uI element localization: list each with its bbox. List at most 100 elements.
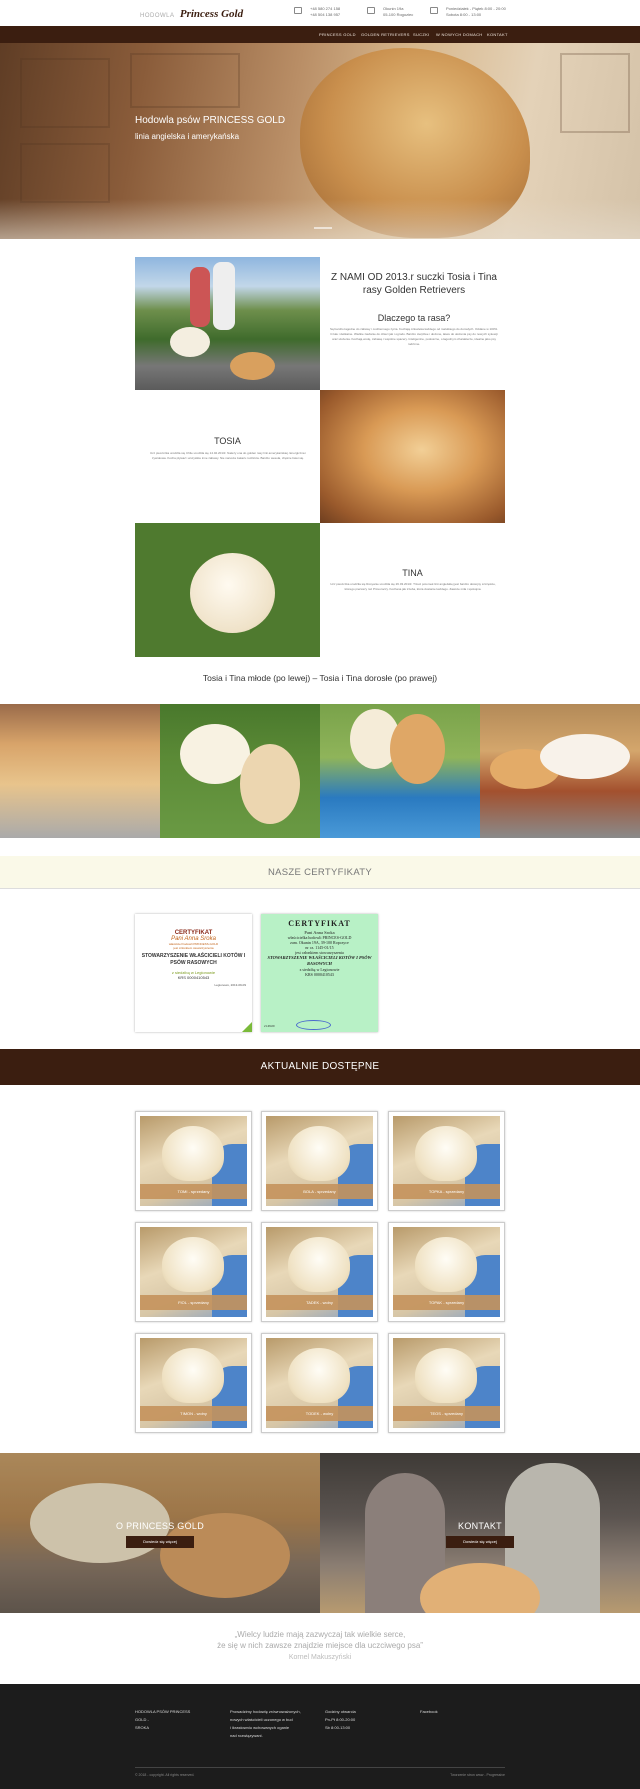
footer-copyright: © 2018 - copyright. All rights reserved. <box>135 1773 195 1777</box>
puppy-card[interactable]: TADEK - wolny <box>261 1222 378 1322</box>
hours-2: Sobota 8:00 - 13:00 <box>446 12 482 17</box>
contact-hours: Poniedziałek - Piątek 8:00 - 20:00 Sobot… <box>430 6 506 18</box>
logo[interactable]: HODOWLA Princess Gold <box>140 6 243 20</box>
logo-main: Princess Gold <box>179 8 244 20</box>
puppy-label: TEOS - sprzedany <box>393 1406 500 1421</box>
puppy-figure <box>162 1237 224 1292</box>
puppy-label: TOPAK - sprzedany <box>393 1295 500 1310</box>
puppy-label: TIMON - wolny <box>140 1406 247 1421</box>
puppy-card[interactable]: TOPAK - sprzedany <box>388 1222 505 1322</box>
puppy-figure <box>288 1237 350 1292</box>
puppy-label: TODEK - wolny <box>266 1406 373 1421</box>
certificate-1[interactable]: CERTYFIKAT Pani Anna Sroka właściciel ho… <box>135 914 252 1032</box>
footer-col3-line: Godziny otwarcia <box>325 1709 356 1714</box>
nav-kontakt[interactable]: KONTAKT <box>487 32 508 37</box>
puppy-figure <box>288 1348 350 1403</box>
phone-icon <box>294 7 302 14</box>
quote-text: „Wielcy ludzie mają zazwyczaj tak wielki… <box>0 1629 640 1651</box>
puppy-figure <box>162 1126 224 1181</box>
tina-title: TINA <box>402 568 423 578</box>
puppy-card[interactable]: TIMON - wolny <box>135 1333 252 1433</box>
puppy-card[interactable]: TEOS - sprzedany <box>388 1333 505 1433</box>
puppy-image: TOPKA - sprzedany <box>393 1116 500 1206</box>
available-title: AKTUALNIE DOSTĘPNE <box>260 1061 380 1072</box>
dog-figure <box>230 352 275 380</box>
contact-tile[interactable]: KONTAKT Dowiedz się więcej <box>320 1453 640 1613</box>
cert1-line2: jest członkiem stowarzyszenia <box>173 946 214 950</box>
tosia-title: TOSIA <box>214 436 241 446</box>
puppy-image: BOLA - sprzedany <box>266 1116 373 1206</box>
puppy-figure <box>415 1237 477 1292</box>
puppy-figure <box>180 724 250 784</box>
quote-line-1: „Wielcy ludzie mają zazwyczaj tak wielki… <box>234 1630 406 1639</box>
nav-suczki[interactable]: SUCZKI <box>413 32 429 37</box>
cert2-org: STOWARZYSZENIE WŁAŚCICIELI KOTÓW I PSÓW … <box>267 955 372 966</box>
nav-princess-gold[interactable]: PRINCESS GOLD <box>319 32 356 37</box>
puppy-card[interactable]: TODEK - wolny <box>261 1333 378 1433</box>
contact-button[interactable]: Dowiedz się więcej <box>446 1536 514 1548</box>
about-tile[interactable]: O PRINCESS GOLD Dowiedz się więcej <box>0 1453 320 1613</box>
nav-golden-retrievers[interactable]: GOLDEN RETRIEVERS <box>361 32 410 37</box>
puppy-image: TADEK - wolny <box>266 1227 373 1317</box>
cert1-krs: KRS 0000410543 <box>177 975 210 980</box>
slider-dots[interactable] <box>314 227 332 229</box>
puppy-card[interactable]: TOPKA - sprzedany <box>388 1111 505 1211</box>
footer-col2-line: nad rozwiązywani. <box>230 1733 263 1738</box>
puppy-figure <box>240 744 300 824</box>
footer-credit[interactable]: Tworzenie stron www - Progressive <box>450 1773 505 1777</box>
hero-floor <box>0 199 640 239</box>
dog-figure <box>170 327 210 357</box>
cabinet-panel <box>20 143 110 203</box>
puppy-image: TOMI - sprzedany <box>140 1116 247 1206</box>
contact-address: Okunin 19a 05-100 Rogoziec <box>367 6 413 18</box>
main-nav: PRINCESS GOLD GOLDEN RETRIEVERS SUCZKI W… <box>0 26 640 43</box>
cabinet-panel <box>130 53 240 108</box>
cert2-signature-stamp <box>296 1020 331 1030</box>
hero-title: Hodowla psów PRINCESS GOLD <box>135 115 286 126</box>
logo-small: HODOWLA <box>140 13 175 19</box>
person-figure <box>213 262 235 330</box>
contact-phone: +48 580 274 158 +48 504 138 957 <box>294 6 340 18</box>
dog-figure <box>540 734 630 779</box>
photo-caption: Tosia i Tina młode (po lewej) – Tosia i … <box>202 673 438 683</box>
puppy-figure <box>288 1126 350 1181</box>
footer-col2-line: i ikrastowniu wchowanych oganie <box>230 1725 290 1730</box>
quote-line-2: że się w nich zawsze znajdzie miejsce dl… <box>217 1641 423 1650</box>
tina-photo <box>135 523 320 657</box>
strip-photo-4 <box>480 704 640 838</box>
cert2-date: 21.09.09 <box>264 1024 275 1028</box>
footer-col-2: Prowadzimy hodowlę zrównoważonych, nowyc… <box>230 1708 320 1740</box>
cert1-org: STOWARZYSZENIE WŁAŚCICIELI KOTÓW I PSÓW … <box>141 953 246 966</box>
strip-photo-1 <box>0 704 160 838</box>
phone-2[interactable]: +48 504 138 957 <box>310 12 340 18</box>
cert1-date: Legionowo, 2013-09-09 <box>214 983 246 987</box>
puppy-figure <box>415 1126 477 1181</box>
puppy-card[interactable]: TOMI - sprzedany <box>135 1111 252 1211</box>
tile-overlay <box>0 1453 320 1613</box>
hero-subtitle: linia angielska i amerykańska <box>135 132 240 141</box>
footer-col-3: Godziny otwarcia Pn-Pt 8:00-20:00 Sb 8:0… <box>325 1708 385 1732</box>
intro-title: Z NAMI OD 2013.r suczki Tosia i Tina ras… <box>331 272 497 296</box>
certificate-2[interactable]: CERTYFIKAT Pani Anna Sroka właścicielka … <box>261 914 378 1032</box>
owners-photo <box>135 257 320 390</box>
cabinet-panel <box>560 53 630 133</box>
strip-photo-3 <box>320 704 480 838</box>
puppy-card[interactable]: BOLA - sprzedany <box>261 1111 378 1211</box>
why-title: Dlaczego ta rasa? <box>377 313 451 323</box>
top-header: HODOWLA Princess Gold +48 580 274 158 +4… <box>0 0 640 26</box>
tosia-photo <box>320 390 505 523</box>
puppy-card[interactable]: FIOL - sprzedany <box>135 1222 252 1322</box>
facebook-link[interactable]: Facebook <box>420 1708 438 1716</box>
person-figure <box>190 267 210 327</box>
certs-band: NASZE CERTYFIKATY <box>0 856 640 889</box>
about-button[interactable]: Dowiedz się więcej <box>126 1536 194 1548</box>
puppy-label: FIOL - sprzedany <box>140 1295 247 1310</box>
cert1-corner <box>242 1022 252 1032</box>
nav-w-nowych-domach[interactable]: W NOWYCH DOMACH <box>436 32 483 37</box>
about-title: O PRINCESS GOLD <box>115 1521 205 1531</box>
certs-title: NASZE CERTYFIKATY <box>268 867 372 878</box>
puppy-image: TODEK - wolny <box>266 1338 373 1428</box>
puppy-label: TOMI - sprzedany <box>140 1184 247 1199</box>
puppy-image: TEOS - sprzedany <box>393 1338 500 1428</box>
puppy-image: TIMON - wolny <box>140 1338 247 1428</box>
